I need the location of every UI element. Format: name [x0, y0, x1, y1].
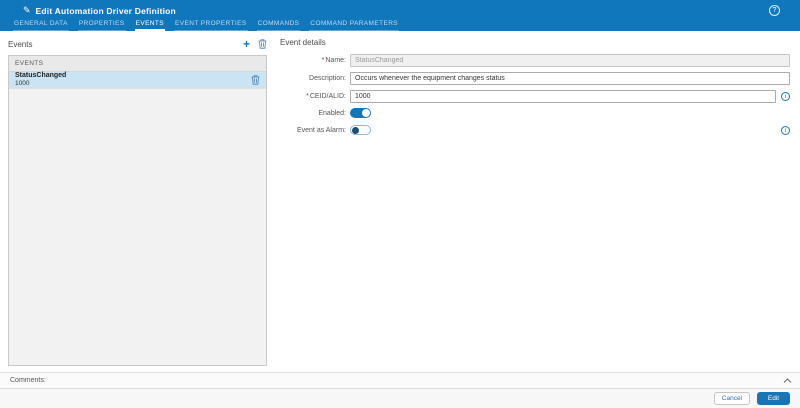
events-list-header: EVENTS [9, 56, 266, 72]
tab-event-properties[interactable]: EVENT PROPERTIES [174, 20, 248, 31]
description-field[interactable] [350, 72, 790, 85]
edit-button[interactable]: Edit [757, 392, 790, 405]
row-delete-icon[interactable] [251, 75, 260, 85]
enabled-label: Enabled: [318, 109, 346, 117]
ceid-alid-label: *CEID/ALID: [306, 93, 346, 100]
required-marker: * [321, 57, 325, 64]
edit-pencil-icon: ✎ [23, 5, 31, 15]
required-marker: * [306, 93, 309, 100]
cancel-button[interactable]: Cancel [713, 392, 750, 405]
comments-label: Comments: [10, 377, 46, 384]
toggle-knob [352, 127, 359, 134]
events-panel: Events + EVENTS StatusChanged 1000 [8, 38, 267, 366]
events-list: EVENTS StatusChanged 1000 [8, 55, 267, 366]
tab-bar: GENERAL DATA PROPERTIES EVENTS EVENT PRO… [0, 17, 800, 31]
ceid-info-icon[interactable]: i [781, 92, 790, 101]
page-title: Edit Automation Driver Definition [35, 5, 176, 16]
action-footer: Cancel Edit [0, 389, 800, 408]
tab-commands[interactable]: COMMANDS [256, 20, 301, 31]
description-label: Description: [309, 75, 346, 82]
tab-events[interactable]: EVENTS [134, 20, 166, 31]
event-details-title: Event details [280, 38, 326, 47]
toggle-knob [362, 109, 370, 117]
name-field [350, 54, 790, 67]
tab-command-parameters[interactable]: COMMAND PARAMETERS [309, 20, 400, 31]
comments-section: Comments: [0, 372, 800, 389]
event-id: 1000 [15, 80, 30, 88]
event-details-panel: Event details *Name: Description: *CEID/… [280, 38, 790, 142]
event-as-alarm-label: Event as Alarm: [296, 126, 346, 134]
event-list-item-statuschanged[interactable]: StatusChanged 1000 [9, 72, 266, 89]
tab-general-data[interactable]: GENERAL DATA [13, 20, 69, 31]
help-icon[interactable]: ? [769, 5, 780, 16]
event-name: StatusChanged [15, 72, 67, 80]
collapse-chevron-icon[interactable] [783, 377, 792, 384]
events-panel-title: Events [8, 39, 33, 49]
delete-event-icon[interactable] [258, 39, 267, 49]
event-as-alarm-toggle[interactable] [350, 125, 371, 135]
tab-properties[interactable]: PROPERTIES [77, 20, 126, 31]
ceid-alid-field[interactable] [350, 90, 776, 103]
main-content: Events + EVENTS StatusChanged 1000 Event… [0, 31, 800, 372]
app-header: ✎ Edit Automation Driver Definition ? GE… [0, 0, 800, 31]
enabled-toggle[interactable] [350, 108, 371, 118]
alarm-info-icon[interactable]: i [781, 125, 790, 135]
name-label: *Name: [321, 57, 346, 64]
add-event-icon[interactable]: + [243, 38, 250, 50]
